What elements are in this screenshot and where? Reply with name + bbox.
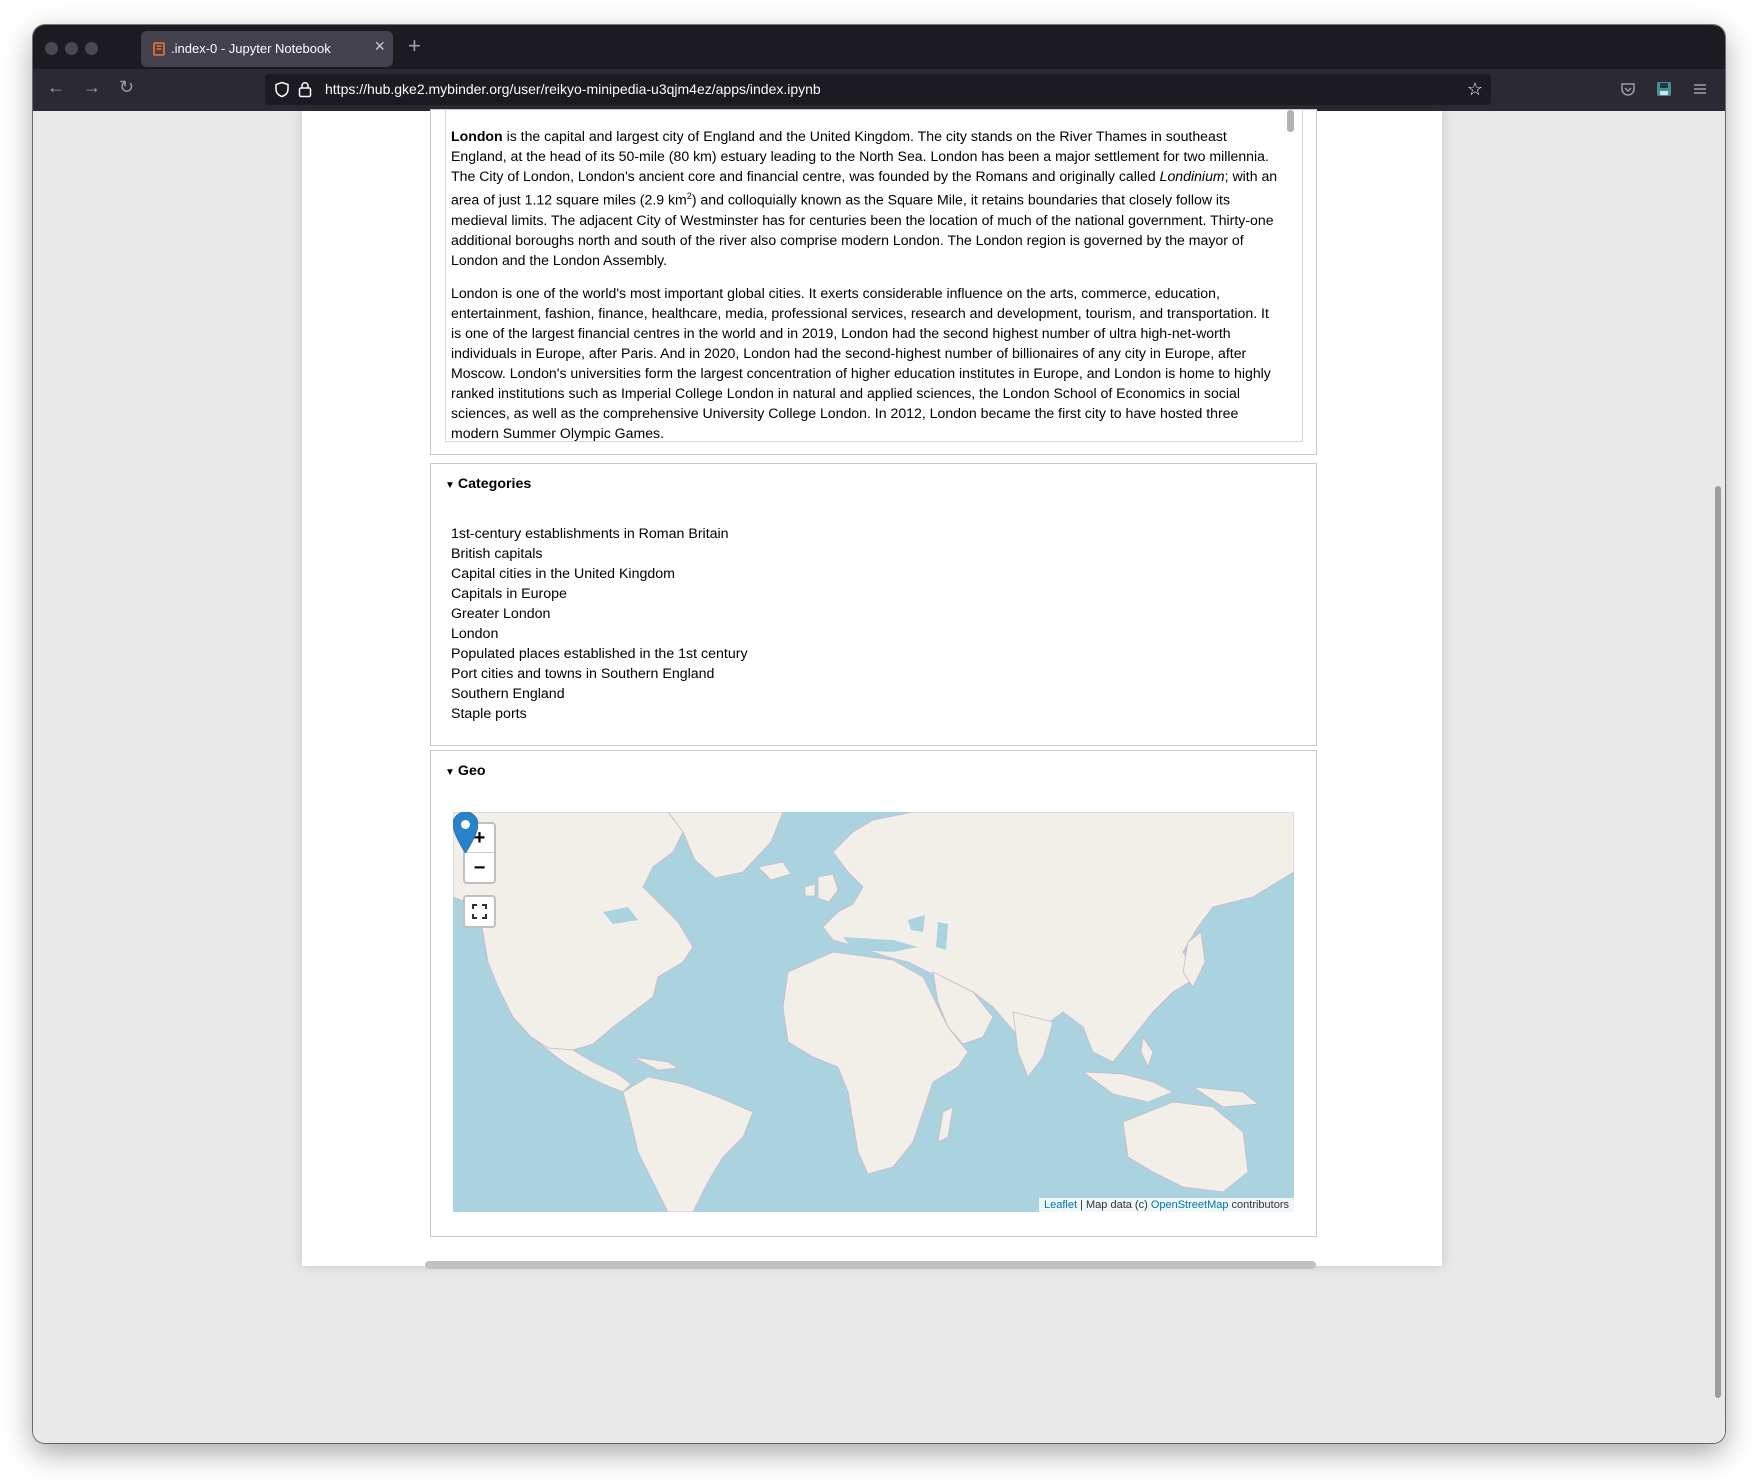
map-marker-icon[interactable]	[453, 812, 478, 853]
text-box-scrollbar[interactable]	[1287, 110, 1294, 132]
tab-close-icon[interactable]: ×	[374, 36, 385, 57]
geo-toggle[interactable]: ▼ Geo	[445, 763, 486, 779]
category-item: Capitals in Europe	[451, 586, 567, 602]
zoom-out-button[interactable]: −	[465, 854, 494, 883]
article-title-bold: London	[451, 128, 503, 144]
categories-panel: ▼ Categories 1st-century establishments i…	[430, 463, 1317, 746]
category-item: Populated places established in the 1st …	[451, 646, 748, 662]
category-item: 1st-century establishments in Roman Brit…	[451, 526, 729, 542]
map-attribution: Leaflet | Map data (c) OpenStreetMap con…	[1039, 1198, 1294, 1212]
bookmark-star-icon[interactable]: ☆	[1467, 79, 1483, 100]
close-window-button[interactable]	[45, 42, 58, 55]
categories-list: 1st-century establishments in Roman Brit…	[451, 524, 748, 724]
fullscreen-button[interactable]	[463, 895, 496, 928]
map-tiles	[453, 812, 1294, 1212]
attribution-end-text: contributors	[1228, 1199, 1289, 1211]
maximize-window-button[interactable]	[85, 42, 98, 55]
category-item: Greater London	[451, 606, 551, 622]
address-bar[interactable]: https://hub.gke2.mybinder.org/user/reiky…	[265, 74, 1491, 105]
latin-name: Londinium	[1159, 168, 1225, 184]
indonesia	[1081, 1071, 1174, 1103]
back-icon[interactable]: ←	[47, 77, 65, 98]
new-guinea	[1192, 1086, 1260, 1108]
notebook-icon	[153, 42, 165, 56]
fullscreen-icon	[472, 904, 487, 919]
new-tab-icon[interactable]: +	[408, 33, 421, 59]
iceland	[757, 861, 792, 881]
openstreetmap-link[interactable]: OpenStreetMap	[1151, 1199, 1229, 1211]
category-item: Port cities and towns in Southern Englan…	[451, 666, 715, 682]
forward-icon[interactable]: →	[83, 77, 101, 98]
caribbean	[632, 1056, 680, 1071]
url-text[interactable]: https://hub.gke2.mybinder.org/user/reiky…	[325, 81, 821, 97]
tab-title: .index-0 - Jupyter Notebook	[171, 41, 331, 56]
intro-panel: London is the capital and largest city o…	[430, 109, 1317, 455]
category-item: British capitals	[451, 546, 543, 562]
horizontal-scrollbar[interactable]	[425, 1259, 1323, 1271]
menu-icon[interactable]	[1692, 81, 1708, 97]
geo-title: Geo	[457, 763, 486, 779]
category-item: London	[451, 626, 499, 642]
notebook-page: London is the capital and largest city o…	[302, 109, 1442, 1269]
lock-icon[interactable]	[298, 81, 312, 98]
intro-text-box: London is the capital and largest city o…	[445, 110, 1303, 442]
page-scrollbar[interactable]	[1715, 486, 1721, 1398]
geo-panel: ▼ Geo + − Leaflet | Map data (c) OpenStr…	[430, 750, 1317, 1237]
pocket-icon[interactable]	[1620, 81, 1636, 97]
save-extension-icon[interactable]	[1656, 81, 1672, 97]
minimize-window-button[interactable]	[65, 42, 78, 55]
intro-paragraph-2: London is one of the world's most import…	[451, 284, 1271, 441]
categories-toggle[interactable]: ▼ Categories	[445, 476, 531, 492]
category-item: Staple ports	[451, 706, 527, 722]
india	[1012, 1011, 1054, 1078]
madagascar	[937, 1106, 954, 1143]
intro-text-a: is the capital and largest city of Engla…	[451, 128, 1269, 184]
south-america	[622, 1076, 754, 1212]
attribution-text: | Map data (c)	[1077, 1199, 1151, 1211]
browser-window: .index-0 - Jupyter Notebook × + ← → ↻ ht…	[33, 25, 1725, 1443]
disclosure-triangle-icon: ▼	[445, 767, 455, 778]
navigation-bar: ← → ↻ https://hub.gke2.mybinder.org/user…	[33, 69, 1725, 111]
australia	[1122, 1101, 1249, 1193]
great-britain	[817, 873, 839, 903]
philippines	[1140, 1035, 1154, 1069]
leaflet-link[interactable]: Leaflet	[1044, 1199, 1077, 1211]
intro-paragraph-1: London is the capital and largest city o…	[451, 126, 1282, 270]
horizontal-scrollbar-thumb[interactable]	[425, 1261, 1316, 1269]
browser-tab[interactable]: .index-0 - Jupyter Notebook ×	[141, 31, 393, 67]
category-item: Southern England	[451, 686, 565, 702]
title-bar: .index-0 - Jupyter Notebook × +	[33, 25, 1725, 69]
categories-title: Categories	[457, 476, 532, 492]
page-content: London is the capital and largest city o…	[33, 109, 1725, 1443]
world-map[interactable]: + − Leaflet | Map data (c) OpenStreetMap…	[453, 812, 1294, 1212]
shield-icon[interactable]	[274, 81, 290, 98]
ireland	[804, 883, 816, 897]
disclosure-triangle-icon: ▼	[445, 480, 455, 491]
caspian-sea	[936, 922, 948, 950]
reload-icon[interactable]: ↻	[119, 77, 134, 98]
category-item: Capital cities in the United Kingdom	[451, 566, 675, 582]
